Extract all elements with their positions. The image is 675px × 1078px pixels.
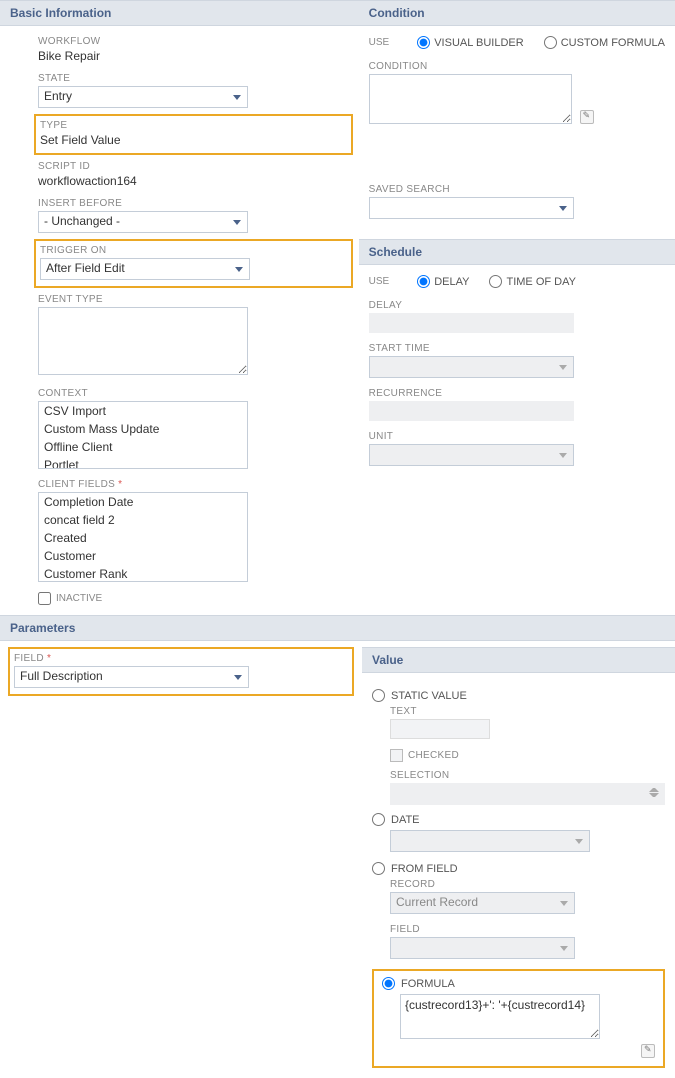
inactive-label: INACTIVE <box>56 593 102 604</box>
delay-radio[interactable]: DELAY <box>417 275 469 288</box>
delay-label: DELAY <box>369 300 665 311</box>
state-dropdown[interactable]: Entry <box>38 86 248 108</box>
condition-header: Condition <box>359 0 675 26</box>
checked-checkbox <box>390 749 403 762</box>
formula-highlight: FORMULA <box>372 969 665 1068</box>
state-label: STATE <box>38 73 349 84</box>
list-item[interactable]: CSV Import <box>39 402 247 420</box>
list-item[interactable]: Completion Date <box>39 493 247 511</box>
list-item[interactable]: Custom Mass Update <box>39 420 247 438</box>
context-listbox[interactable]: CSV Import Custom Mass Update Offline Cl… <box>38 401 248 469</box>
text-label: TEXT <box>390 706 665 717</box>
condition-textarea[interactable] <box>369 74 572 124</box>
unit-dropdown <box>369 444 574 466</box>
schedule-use-label: USE <box>369 276 390 287</box>
saved-search-dropdown[interactable] <box>369 197 574 219</box>
list-item[interactable]: Customer Rank <box>39 565 247 582</box>
workflow-value: Bike Repair <box>38 49 349 63</box>
field-highlight: FIELD * Full Description <box>8 647 354 696</box>
scriptid-label: SCRIPT ID <box>38 161 349 172</box>
subfield-dropdown <box>390 937 575 959</box>
scriptid-value: workflowaction164 <box>38 174 349 188</box>
inactive-checkbox[interactable] <box>38 592 51 605</box>
unit-label: UNIT <box>369 431 665 442</box>
time-of-day-radio[interactable]: TIME OF DAY <box>489 275 575 288</box>
client-fields-listbox[interactable]: Completion Date concat field 2 Created C… <box>38 492 248 582</box>
start-time-label: START TIME <box>369 343 665 354</box>
event-type-textarea[interactable] <box>38 307 248 375</box>
workflow-label: WORKFLOW <box>38 36 349 47</box>
date-dropdown <box>390 830 590 852</box>
basic-info-header: Basic Information <box>0 0 359 26</box>
type-label: TYPE <box>40 120 347 131</box>
recurrence-label: RECURRENCE <box>369 388 665 399</box>
list-item[interactable]: concat field 2 <box>39 511 247 529</box>
selection-label: SELECTION <box>390 770 665 781</box>
custom-formula-radio[interactable]: CUSTOM FORMULA <box>544 36 665 49</box>
edit-icon[interactable] <box>641 1044 655 1058</box>
saved-search-label: SAVED SEARCH <box>369 184 665 195</box>
client-fields-label: CLIENT FIELDS * <box>38 479 349 490</box>
trigger-on-label: TRIGGER ON <box>40 245 347 256</box>
recurrence-input <box>369 401 574 421</box>
param-field-label: FIELD * <box>14 653 348 664</box>
condition-label: CONDITION <box>369 61 665 72</box>
date-radio[interactable]: DATE <box>372 813 665 826</box>
event-type-label: EVENT TYPE <box>38 294 349 305</box>
trigger-on-highlight: TRIGGER ON After Field Edit <box>34 239 353 288</box>
checked-label: CHECKED <box>408 750 459 761</box>
start-time-dropdown <box>369 356 574 378</box>
insert-before-dropdown[interactable]: - Unchanged - <box>38 211 248 233</box>
param-field-dropdown[interactable]: Full Description <box>14 666 249 688</box>
text-input <box>390 719 490 739</box>
parameters-header: Parameters <box>0 615 675 641</box>
value-header: Value <box>362 647 675 673</box>
condition-use-label: USE <box>369 37 390 48</box>
list-item[interactable]: Created <box>39 529 247 547</box>
visual-builder-radio[interactable]: VISUAL BUILDER <box>417 36 523 49</box>
insert-before-label: INSERT BEFORE <box>38 198 349 209</box>
from-field-radio[interactable]: FROM FIELD <box>372 862 665 875</box>
record-label: RECORD <box>390 879 665 890</box>
record-dropdown: Current Record <box>390 892 575 914</box>
selection-dropdown <box>390 783 665 805</box>
list-item[interactable]: Offline Client <box>39 438 247 456</box>
delay-input <box>369 313 574 333</box>
edit-icon[interactable] <box>580 110 594 124</box>
schedule-header: Schedule <box>359 239 675 265</box>
type-highlight: TYPE Set Field Value <box>34 114 353 155</box>
type-value: Set Field Value <box>40 133 347 147</box>
subfield-label: FIELD <box>390 924 665 935</box>
trigger-on-dropdown[interactable]: After Field Edit <box>40 258 250 280</box>
formula-textarea[interactable] <box>400 994 600 1039</box>
list-item[interactable]: Portlet <box>39 456 247 469</box>
context-label: CONTEXT <box>38 388 349 399</box>
static-value-radio[interactable]: STATIC VALUE <box>372 689 665 702</box>
list-item[interactable]: Customer <box>39 547 247 565</box>
formula-radio[interactable]: FORMULA <box>382 977 655 990</box>
